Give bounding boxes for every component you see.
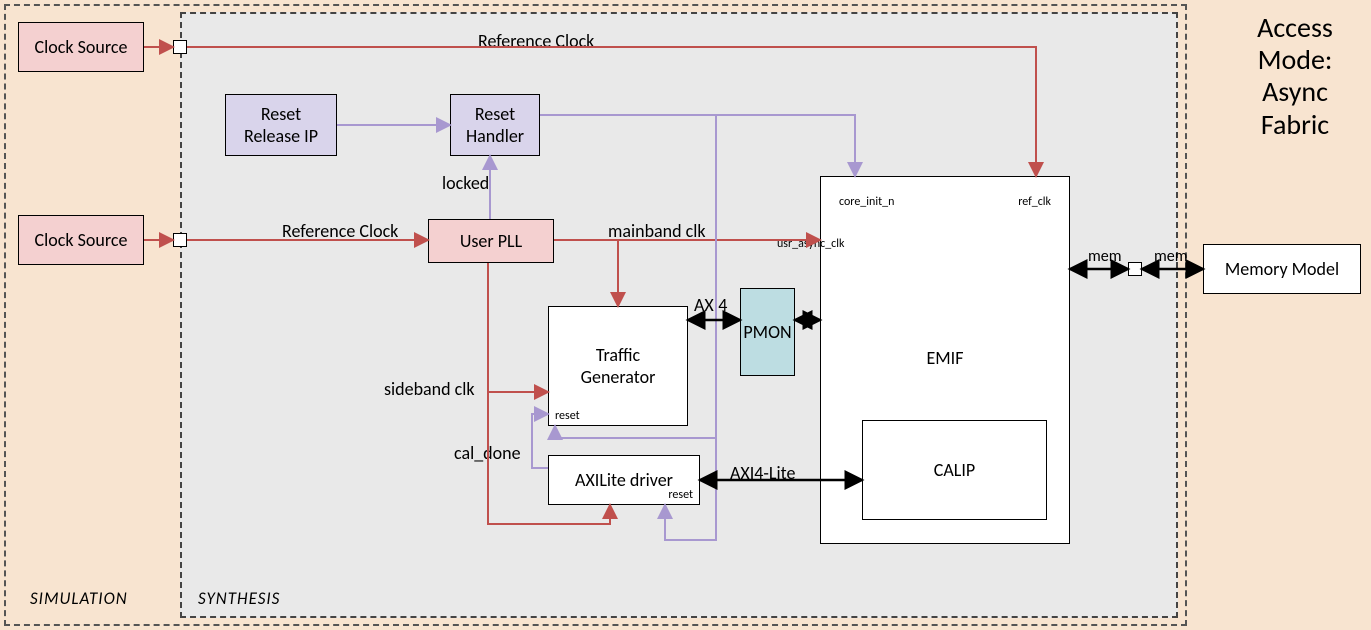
- title-l1: Access: [1257, 10, 1333, 45]
- emif-label: EMIF: [927, 347, 964, 369]
- port-top: [173, 40, 187, 54]
- traffic-generator-reset: reset: [555, 409, 580, 423]
- emif-usr-async-clk: usr_async_clk: [777, 237, 844, 251]
- synthesis-label: SYNTHESIS: [198, 588, 280, 609]
- reset-release-ip: Reset Release IP: [225, 94, 337, 156]
- memory-model: Memory Model: [1203, 244, 1361, 294]
- pmon: PMON: [740, 288, 795, 376]
- calip: CALIP: [862, 420, 1047, 520]
- traffic-generator: Traffic Generator reset: [548, 306, 688, 426]
- ref-clock-top-label: Reference Clock: [478, 30, 594, 52]
- locked-label: locked: [442, 172, 489, 194]
- axi4-label: AXI4: [694, 294, 727, 316]
- reset-handler: Reset Handler: [450, 94, 540, 156]
- port-mid: [173, 233, 187, 247]
- simulation-label: SIMULATION: [30, 588, 128, 609]
- clock-source-bottom: Clock Source: [18, 215, 144, 265]
- axilite-driver: AXILite driver reset: [548, 455, 700, 505]
- ref-clock-mid-label: Reference Clock: [282, 220, 398, 242]
- emif-core-init-n: core_init_n: [839, 195, 894, 209]
- title-l4: Fabric: [1261, 107, 1329, 142]
- axilite-driver-reset: reset: [668, 488, 693, 502]
- title-l3: Async: [1262, 74, 1328, 109]
- port-mem: [1128, 262, 1142, 276]
- title-l2: Mode:: [1258, 42, 1333, 77]
- cal-done-label: cal_done: [454, 442, 521, 464]
- axilite-driver-label: AXILite driver: [575, 469, 673, 491]
- user-pll: User PLL: [428, 219, 554, 263]
- mem-left-label: mem: [1088, 247, 1122, 266]
- mainband-clk-label: mainband clk: [608, 220, 706, 242]
- sideband-clk-label: sideband clk: [384, 378, 475, 400]
- emif-ref-clk: ref_clk: [1018, 195, 1051, 209]
- mem-right-label: mem: [1154, 247, 1188, 266]
- axi4-lite-label: AXI4-Lite: [730, 462, 795, 484]
- title: Access Mode: Async Fabric: [1220, 12, 1370, 141]
- clock-source-top: Clock Source: [18, 22, 144, 72]
- traffic-generator-label: Traffic Generator: [581, 344, 656, 388]
